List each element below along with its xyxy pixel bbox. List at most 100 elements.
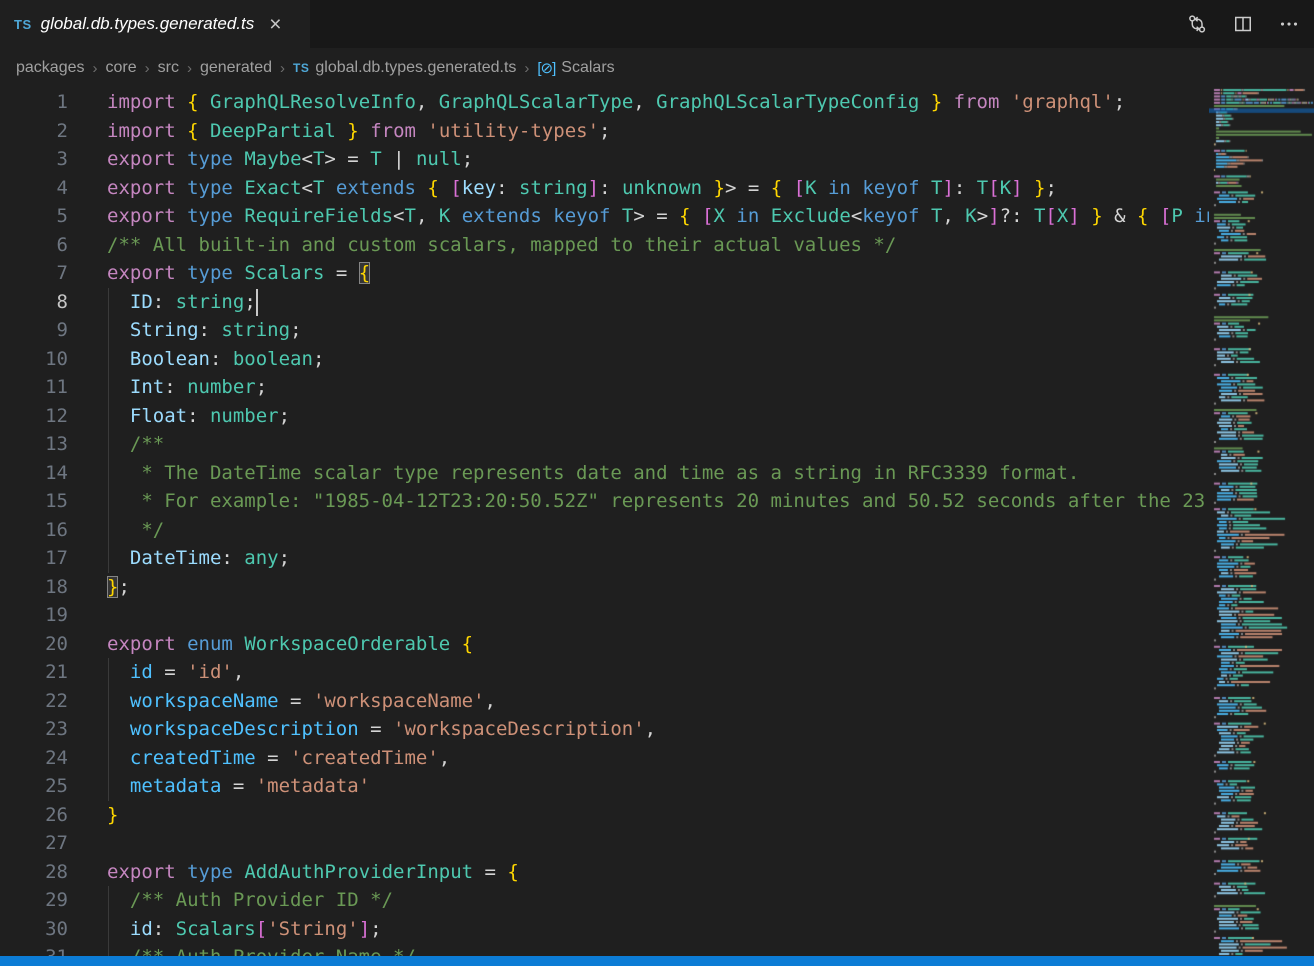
minimap[interactable] [1209,88,1314,956]
tab-bar: TS global.db.types.generated.ts × [0,0,1314,48]
code-text: /** All built-in and custom scalars, map… [107,231,896,260]
code-text: */ [107,516,164,545]
breadcrumb-item-src[interactable]: src [158,59,179,77]
line-number[interactable]: 27 [0,829,68,858]
code-text: /** Auth Provider ID */ [107,886,393,915]
code-line[interactable]: 2import { DeepPartial } from 'utility-ty… [0,117,1209,146]
code-text: String: string; [107,316,302,345]
line-number[interactable]: 18 [0,573,68,602]
breadcrumb-item-symbol[interactable]: [⊘] Scalars [537,59,614,77]
line-number[interactable]: 4 [0,174,68,203]
line-number[interactable]: 3 [0,145,68,174]
editor-actions [1186,0,1300,48]
line-number[interactable]: 21 [0,658,68,687]
code-line[interactable]: 6 /** All built-in and custom scalars, ma… [0,231,1209,260]
line-number[interactable]: 22 [0,687,68,716]
breadcrumb-item-packages[interactable]: packages [16,59,85,77]
code-line[interactable]: 29 /** Auth Provider ID */ [0,886,1209,915]
code-line[interactable]: 10 Boolean: boolean; [0,345,1209,374]
breadcrumb-item-file[interactable]: TS global.db.types.generated.ts [293,59,516,77]
line-number[interactable]: 16 [0,516,68,545]
code-line[interactable]: 27 [0,829,1209,858]
code-line[interactable]: 30 id: Scalars['String']; [0,915,1209,944]
code-line[interactable]: 4export type Exact<T extends { [key: str… [0,174,1209,203]
line-number[interactable]: 10 [0,345,68,374]
text-cursor [256,289,258,316]
code-line[interactable]: 12 Float: number; [0,402,1209,431]
code-line[interactable]: 20 export enum WorkspaceOrderable { [0,630,1209,659]
code-line[interactable]: 28export type AddAuthProviderInput = { [0,858,1209,887]
code-line[interactable]: 8 ID: string; [0,288,1209,317]
line-number[interactable]: 9 [0,316,68,345]
close-tab-icon[interactable]: × [269,14,281,35]
chevron-right-icon: › [144,60,151,77]
code-line[interactable]: 25 metadata = 'metadata' [0,772,1209,801]
line-number[interactable]: 1 [0,88,68,117]
line-number[interactable]: 8 [0,288,68,317]
line-number[interactable]: 15 [0,487,68,516]
tab-global-db-types[interactable]: TS global.db.types.generated.ts × [0,0,310,48]
more-actions-icon[interactable] [1278,13,1300,35]
code-line[interactable]: 26} [0,801,1209,830]
code-line[interactable]: 14 * The DateTime scalar type represents… [0,459,1209,488]
breadcrumb-file-label: global.db.types.generated.ts [315,59,516,77]
code-line[interactable]: 18}; [0,573,1209,602]
line-number[interactable]: 20 [0,630,68,659]
tab-label: global.db.types.generated.ts [41,14,255,34]
breadcrumb-item-generated[interactable]: generated [200,59,272,77]
line-number[interactable]: 23 [0,715,68,744]
line-number[interactable]: 7 [0,259,68,288]
code-text: export type RequireFields<T, K extends k… [107,202,1209,231]
line-number[interactable]: 13 [0,430,68,459]
code-line[interactable]: 21 id = 'id', [0,658,1209,687]
code-line[interactable]: 31 /** Auth Provider Name */ [0,943,1209,956]
status-bar-strip [0,956,1314,966]
code-line[interactable]: 22 workspaceName = 'workspaceName', [0,687,1209,716]
line-number[interactable]: 6 [0,231,68,260]
line-number[interactable]: 11 [0,373,68,402]
line-number[interactable]: 19 [0,601,68,630]
line-number[interactable]: 5 [0,202,68,231]
line-number[interactable]: 14 [0,459,68,488]
code-line[interactable]: 17 DateTime: any; [0,544,1209,573]
breadcrumb-symbol-label: Scalars [561,59,614,77]
code-line[interactable]: 19 [0,601,1209,630]
code-line[interactable]: 7export type Scalars = { [0,259,1209,288]
code-line[interactable]: 5 export type RequireFields<T, K extends … [0,202,1209,231]
code-line[interactable]: 24 createdTime = 'createdTime', [0,744,1209,773]
line-number[interactable]: 30 [0,915,68,944]
typescript-file-icon: TS [293,61,309,75]
breadcrumb-item-core[interactable]: core [106,59,137,77]
code-line[interactable]: 3export type Maybe<T> = T | null; [0,145,1209,174]
split-editor-icon[interactable] [1232,13,1254,35]
line-number[interactable]: 28 [0,858,68,887]
code-line[interactable]: 9 String: string; [0,316,1209,345]
line-number[interactable]: 25 [0,772,68,801]
minimap-canvas[interactable] [1209,88,1314,956]
code-text: id: Scalars['String']; [107,915,382,944]
line-number[interactable]: 26 [0,801,68,830]
code-text: } [107,801,118,830]
code-text: import { GraphQLResolveInfo, GraphQLScal… [107,88,1125,117]
code-line[interactable]: 11 Int: number; [0,373,1209,402]
code-text: }; [107,573,130,602]
line-number[interactable]: 29 [0,886,68,915]
code-text: metadata = 'metadata' [107,772,370,801]
code-text: export enum WorkspaceOrderable { [107,630,473,659]
code-line[interactable]: 13 /** [0,430,1209,459]
symbol-type-icon: [⊘] [537,59,555,77]
code-area[interactable]: 1 import { GraphQLResolveInfo, GraphQLSca… [0,88,1209,956]
line-number[interactable]: 17 [0,544,68,573]
code-line[interactable]: 16 */ [0,516,1209,545]
line-number[interactable]: 24 [0,744,68,773]
line-number[interactable]: 2 [0,117,68,146]
code-line[interactable]: 23 workspaceDescription = 'workspaceDesc… [0,715,1209,744]
code-line[interactable]: 1 import { GraphQLResolveInfo, GraphQLSca… [0,88,1209,117]
line-number[interactable]: 31 [0,943,68,956]
chevron-right-icon: › [523,60,530,77]
code-text: * For example: "1985-04-12T23:20:50.52Z"… [107,487,1205,516]
code-line[interactable]: 15 * For example: "1985-04-12T23:20:50.5… [0,487,1209,516]
line-number[interactable]: 12 [0,402,68,431]
code-text: id = 'id', [107,658,244,687]
compare-changes-icon[interactable] [1186,13,1208,35]
